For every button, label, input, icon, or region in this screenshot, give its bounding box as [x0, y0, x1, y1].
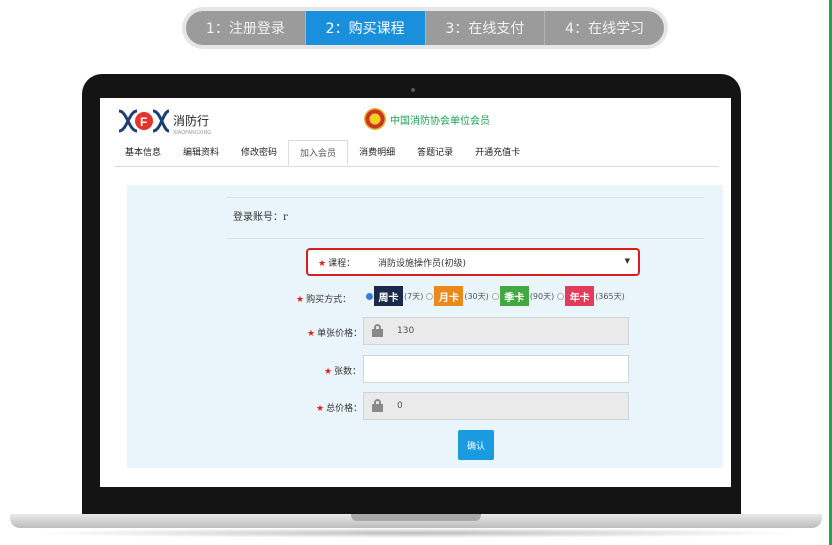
chevron-down-icon: ▼ — [624, 257, 630, 265]
lock-icon — [372, 324, 383, 337]
tab-consumption-details[interactable]: 消费明细 — [348, 140, 406, 166]
radio-season-card[interactable] — [491, 292, 499, 300]
purchase-method-options: 周卡 (7天) 月卡 (30天) 季卡 (90天) 年卡 (365天) — [363, 286, 625, 306]
step-online-study[interactable]: 4：在线学习 — [545, 11, 664, 45]
week-card-icon[interactable]: 周卡 — [374, 286, 403, 306]
week-duration: (7天) — [404, 291, 424, 301]
tab-answer-records[interactable]: 答题记录 — [406, 140, 464, 166]
camera-icon — [411, 88, 415, 92]
tab-join-membership[interactable]: 加入会员 — [288, 140, 349, 166]
tab-basic-info[interactable]: 基本信息 — [114, 140, 172, 166]
account-row: 登录账号：r — [233, 208, 288, 223]
emblem-icon — [364, 108, 386, 130]
month-duration: (30天) — [464, 291, 489, 301]
step-buy-course[interactable]: 2：购买课程 — [305, 11, 426, 45]
step-register[interactable]: 1：注册登录 — [186, 11, 306, 45]
laptop-shadow — [30, 528, 802, 538]
course-value: 消防设施操作员(初级) — [378, 259, 467, 269]
quantity-label: ★ 张数： — [324, 367, 362, 377]
logo-subtitle: XIAOFANGXING — [173, 130, 212, 136]
year-card-icon[interactable]: 年卡 — [565, 286, 595, 306]
purchase-steps-bar: 1：注册登录 2：购买课程 3：在线支付 4：在线学习 — [186, 11, 664, 45]
svg-text:F: F — [140, 115, 147, 129]
laptop-notch — [351, 514, 481, 521]
total-price-label: ★ 总价格： — [316, 404, 363, 414]
month-card-icon[interactable]: 月卡 — [434, 286, 464, 306]
total-price-field: 0 — [363, 392, 629, 420]
purchase-method-label: ★ 购买方式： — [296, 295, 352, 305]
lock-icon — [372, 399, 383, 412]
course-label: ★ 课程： — [318, 259, 356, 269]
tab-change-password[interactable]: 修改密码 — [230, 140, 288, 166]
season-duration: (90天) — [529, 291, 555, 301]
radio-week-card[interactable] — [366, 292, 373, 300]
logo-text: 消防行 — [173, 113, 210, 128]
site-logo[interactable]: F 消防行 XIAOFANGXING — [117, 108, 212, 136]
member-badge: 中国消防协会单位会员 — [364, 108, 490, 130]
course-select[interactable]: ★ 课程： 消防设施操作员(初级) ▼ — [306, 248, 640, 276]
tab-edit-profile[interactable]: 编辑资料 — [172, 140, 230, 166]
divider — [227, 238, 704, 239]
year-duration: (365天) — [595, 291, 625, 301]
radio-year-card[interactable] — [557, 292, 565, 300]
quantity-input[interactable] — [363, 355, 629, 383]
account-nav-tabs: 基本信息 编辑资料 修改密码 加入会员 消费明细 答题记录 开通充值卡 — [114, 140, 719, 167]
radio-month-card[interactable] — [426, 292, 434, 300]
total-price-value: 0 — [397, 401, 403, 411]
unit-price-value: 130 — [397, 326, 415, 336]
account-label: 登录账号： — [233, 212, 283, 223]
logo-icon: F — [117, 108, 171, 134]
unit-price-field: 130 — [363, 317, 629, 345]
step-online-payment[interactable]: 3：在线支付 — [426, 11, 546, 45]
tab-activate-card[interactable]: 开通充值卡 — [464, 140, 531, 166]
account-value: r — [283, 212, 288, 223]
season-card-icon[interactable]: 季卡 — [499, 286, 529, 306]
laptop-screen: F 消防行 XIAOFANGXING 中国消防协会单位会员 基本信息 编辑资料 … — [100, 98, 731, 487]
divider — [227, 197, 704, 198]
unit-price-label: ★ 单张价格： — [307, 329, 363, 339]
confirm-button[interactable]: 确认 — [458, 430, 494, 460]
member-text: 中国消防协会单位会员 — [390, 115, 490, 127]
